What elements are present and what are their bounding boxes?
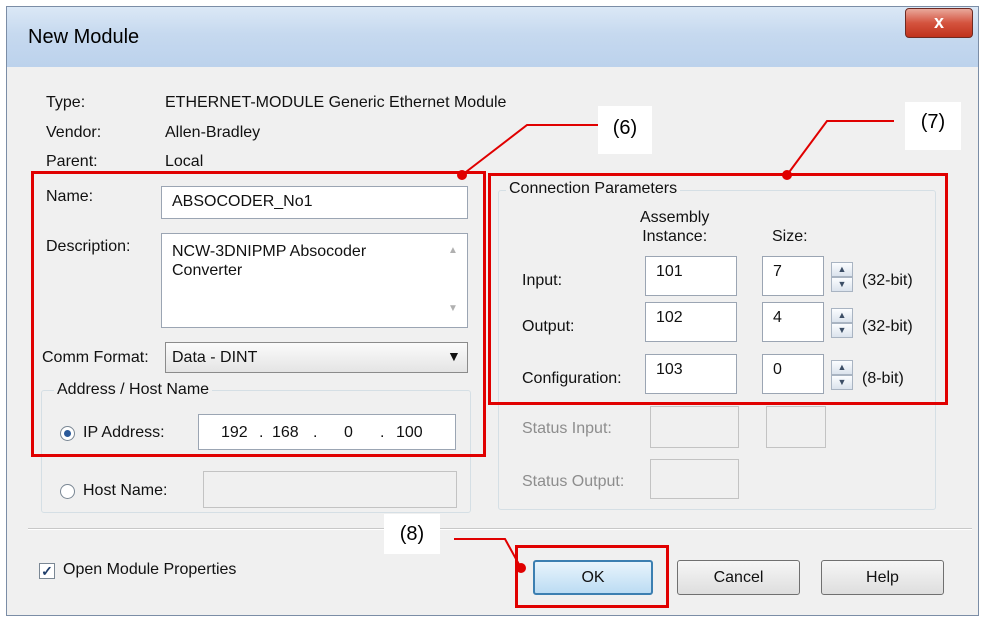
leader-line-6 — [461, 124, 598, 176]
leader-dot-8 — [516, 563, 526, 573]
callout-8: (8) — [384, 514, 440, 554]
leader-dot-7 — [782, 170, 792, 180]
leader-line-7 — [786, 120, 894, 176]
callout-7: (7) — [905, 102, 961, 150]
leader-dot-6 — [457, 170, 467, 180]
callout-6: (6) — [598, 106, 652, 154]
leader-line-8 — [454, 538, 522, 569]
annotation-leader-lines — [454, 120, 894, 573]
